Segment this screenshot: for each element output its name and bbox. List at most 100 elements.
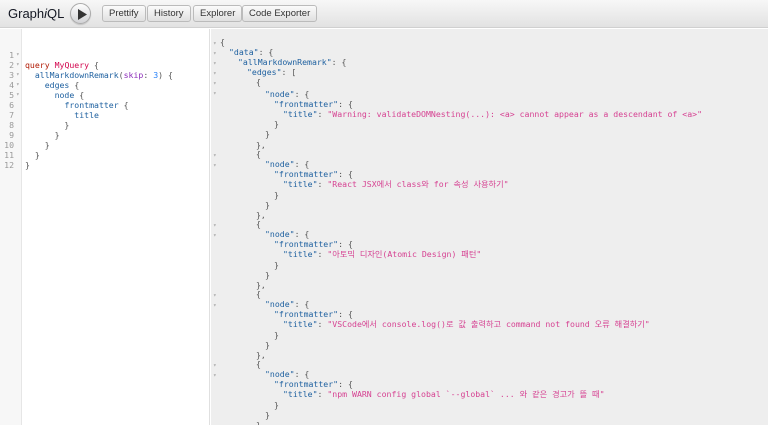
- fold-arrow-icon[interactable]: ▾: [213, 232, 217, 239]
- line-number: 12: [4, 160, 14, 170]
- graphiql-logo: GraphiQL: [8, 6, 65, 21]
- operation-name: MyQuery: [54, 60, 90, 70]
- result-line: }: [274, 119, 279, 129]
- json-key: "node": [265, 89, 295, 99]
- prettify-button[interactable]: Prettify: [102, 5, 146, 22]
- result-line: {: [256, 359, 261, 369]
- result-line: {: [256, 77, 261, 87]
- result-line: "title": "VSCode에서 console.log()로 값 출력하고…: [283, 319, 650, 329]
- execute-query-button[interactable]: [70, 3, 91, 24]
- query-line: 5 ▾ frontmatter {: [0, 80, 128, 110]
- fold-arrow-icon[interactable]: ▾: [213, 90, 217, 97]
- json-key: "frontmatter": [274, 309, 339, 319]
- result-line: "frontmatter": {: [274, 99, 353, 109]
- query-line: 7 }: [0, 100, 69, 130]
- fold-arrow-icon[interactable]: ▾: [213, 152, 217, 159]
- fold-arrow-icon[interactable]: ▾: [213, 222, 217, 229]
- toolbar: GraphiQL Prettify History Explorer Code …: [0, 0, 768, 28]
- query-line: 10 }: [0, 130, 40, 160]
- result-line: "title": "React JSX에서 class와 for 속성 사용하기…: [283, 179, 509, 189]
- result-line: }: [274, 400, 279, 410]
- result-line: "frontmatter": {: [274, 239, 353, 249]
- result-line: "node": {: [265, 159, 310, 169]
- json-key: "node": [265, 369, 295, 379]
- title-value: "아토믹 디자인(Atomic Design) 패턴": [327, 249, 482, 259]
- edges-field: edges: [44, 80, 70, 90]
- json-key: "title": [283, 109, 318, 119]
- result-line: "title": "npm WARN config global `--glob…: [283, 389, 605, 399]
- json-key: "edges": [247, 67, 282, 77]
- result-line: "node": {: [265, 89, 310, 99]
- result-viewer[interactable]: ▾ { ▾ "data": { ▾ "allMarkdownRemark": {…: [211, 29, 768, 425]
- title-value: "React JSX에서 class와 for 속성 사용하기": [327, 179, 509, 189]
- json-key: "frontmatter": [274, 379, 339, 389]
- result-line: "edges": [: [247, 67, 297, 77]
- query-line: 4 ▾ node {: [0, 70, 84, 100]
- node-field: node: [54, 90, 75, 100]
- play-icon: [78, 9, 87, 20]
- result-line: "node": {: [265, 369, 310, 379]
- result-line: }: [274, 330, 279, 340]
- result-line: }: [265, 270, 270, 280]
- result-line: "node": {: [265, 299, 310, 309]
- result-line: }: [265, 340, 270, 350]
- fold-arrow-icon[interactable]: ▾: [213, 70, 217, 77]
- query-line: 2 ▾ allMarkdownRemark(skip: 3) {: [0, 50, 173, 80]
- result-line: "allMarkdownRemark": {: [238, 57, 347, 67]
- fold-arrow-icon[interactable]: ▾: [213, 80, 217, 87]
- fold-arrow-icon[interactable]: ▾: [213, 60, 217, 67]
- result-line: {: [256, 219, 261, 229]
- json-key: "node": [265, 159, 295, 169]
- query-line: 6 title: [0, 90, 99, 120]
- title-value: "Warning: validateDOMNesting(...): <a> c…: [327, 109, 703, 119]
- result-line: "title": "아토믹 디자인(Atomic Design) 패턴": [283, 249, 482, 259]
- title-value: "VSCode에서 console.log()로 값 출력하고 command …: [327, 319, 650, 329]
- fold-arrow-icon[interactable]: ▾: [213, 292, 217, 299]
- query-line: 3 ▾ edges {: [0, 60, 79, 90]
- json-key: "node": [265, 229, 295, 239]
- history-button[interactable]: History: [147, 5, 191, 22]
- query-line: 8 }: [0, 110, 59, 140]
- result-line: "frontmatter": {: [274, 169, 353, 179]
- title-value: "npm WARN config global `--global` ... 와…: [327, 389, 605, 399]
- fold-arrow-icon[interactable]: ▾: [213, 50, 217, 57]
- query-line: 1 ▾ query MyQuery {: [0, 40, 99, 70]
- json-key: "title": [283, 389, 318, 399]
- fold-arrow-icon[interactable]: ▾: [213, 362, 217, 369]
- json-key: "data": [229, 47, 259, 57]
- result-line: }: [265, 410, 270, 420]
- json-key: "frontmatter": [274, 99, 339, 109]
- code-exporter-button[interactable]: Code Exporter: [242, 5, 318, 22]
- result-line: "frontmatter": {: [274, 309, 353, 319]
- result-line: {: [256, 289, 261, 299]
- query-line: 12: [0, 150, 20, 170]
- json-key: "allMarkdownRemark": [238, 57, 332, 67]
- fold-arrow-icon[interactable]: ▾: [213, 372, 217, 379]
- json-key: "frontmatter": [274, 239, 339, 249]
- result-line: {: [220, 37, 225, 47]
- query-line: 9 }: [0, 120, 50, 150]
- result-line: }: [265, 129, 270, 139]
- fold-arrow-icon[interactable]: ▾: [213, 302, 217, 309]
- explorer-button[interactable]: Explorer: [193, 5, 243, 22]
- frontmatter-field: frontmatter: [64, 100, 119, 110]
- fold-arrow-icon[interactable]: ▾: [213, 162, 217, 169]
- result-line: "data": {: [229, 47, 274, 57]
- json-key: "frontmatter": [274, 169, 339, 179]
- json-key: "title": [283, 179, 318, 189]
- title-field: title: [74, 110, 99, 120]
- result-line: }: [256, 420, 261, 425]
- result-line: }: [274, 190, 279, 200]
- result-line: "frontmatter": {: [274, 379, 353, 389]
- result-line: "node": {: [265, 229, 310, 239]
- result-line: "title": "Warning: validateDOMNesting(..…: [283, 109, 703, 119]
- query-editor[interactable]: 1 ▾ query MyQuery { 2 ▾ allMarkdownRemark(…: [0, 29, 210, 425]
- result-line: {: [256, 149, 261, 159]
- query-line: 11 }: [0, 140, 30, 170]
- json-key: "node": [265, 299, 295, 309]
- result-line: }: [274, 260, 279, 270]
- fold-arrow-icon[interactable]: ▾: [213, 40, 217, 47]
- root-field: allMarkdownRemark: [34, 70, 119, 80]
- result-line: }: [265, 200, 270, 210]
- json-key: "title": [283, 319, 318, 329]
